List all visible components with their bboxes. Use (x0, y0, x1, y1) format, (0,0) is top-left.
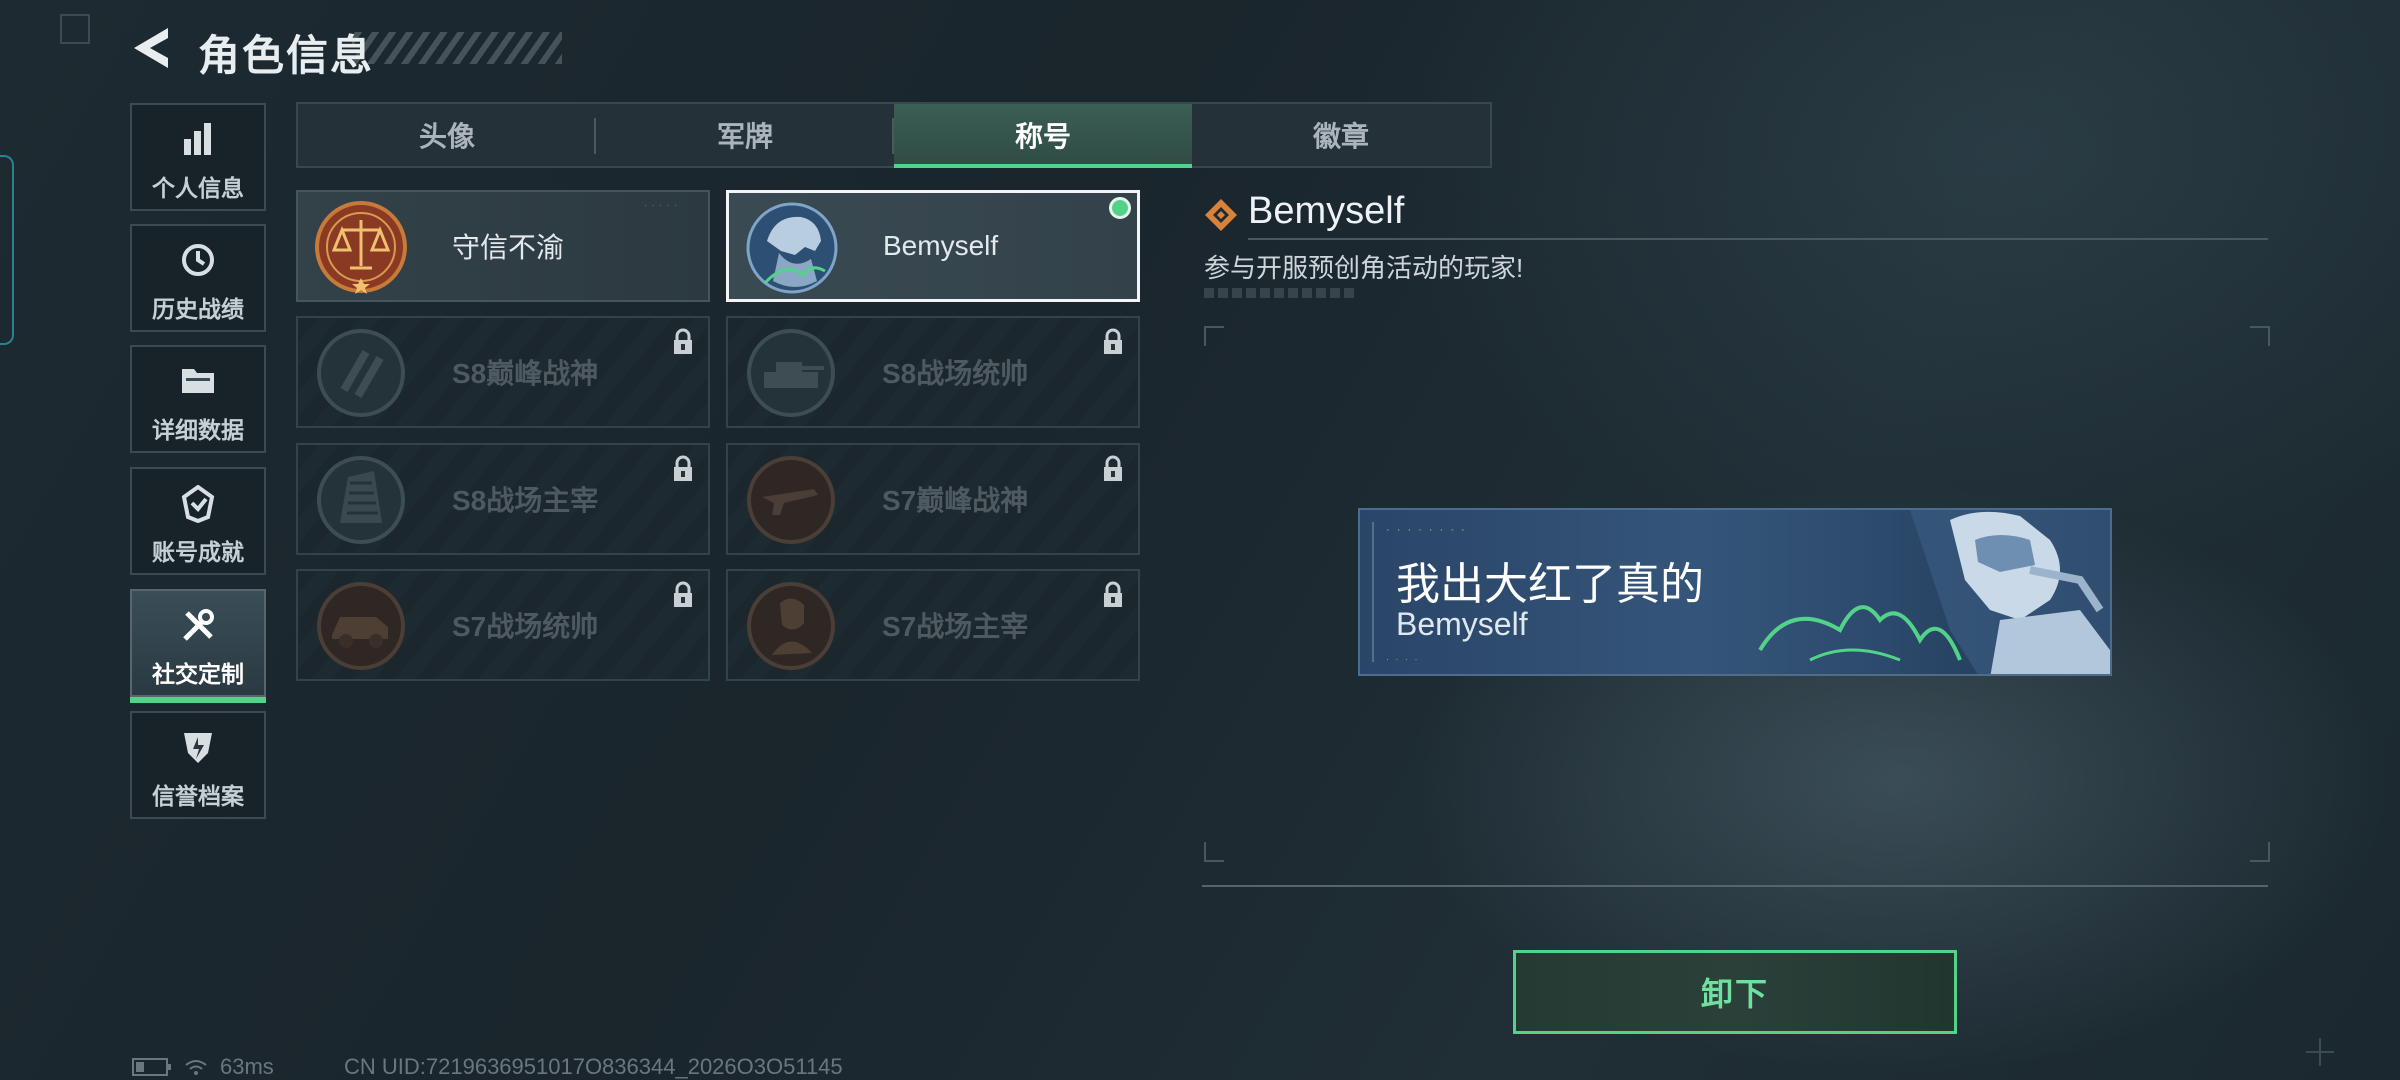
building-medal-icon (317, 456, 405, 544)
detail-meta-decoration (1204, 288, 1354, 298)
frame-corner (1204, 326, 1224, 346)
sidebar-item-label: 账号成就 (152, 539, 244, 565)
detail-divider (1248, 238, 2268, 240)
sidebar-item-details[interactable]: 详细数据 (130, 345, 266, 453)
detail-description: 参与开服预创角活动的玩家! (1204, 253, 1524, 283)
sidebar-item-profile[interactable]: 个人信息 (130, 103, 266, 211)
battery-icon (132, 1058, 171, 1076)
tab-label: 军牌 (716, 121, 773, 152)
page-title: 角色信息 (198, 32, 375, 79)
tab-label: 头像 (418, 121, 475, 152)
sidebar-item-achievements[interactable]: 账号成就 (130, 467, 266, 575)
tank-medal-icon (747, 329, 835, 417)
sidebar-item-label: 社交定制 (152, 661, 244, 687)
title-card[interactable]: 守信不渝 · · · · · (296, 190, 710, 302)
achievement-icon (181, 485, 215, 523)
tab-badge[interactable]: 徽章 (1192, 104, 1490, 166)
banner-subtitle: Bemyself (1396, 606, 1528, 642)
title-card[interactable]: S7战场主宰 (726, 569, 1140, 681)
title-card[interactable]: S7战场统帅 (296, 569, 710, 681)
tab-dogtag[interactable]: 军牌 (596, 104, 894, 166)
lock-icon (674, 328, 692, 354)
tools-icon (183, 609, 214, 641)
vehicle-medal-icon (317, 582, 405, 670)
back-arrow-icon (134, 28, 168, 68)
uid-text: CN UID:7219636951017O836344_2026O3O51145 (344, 1054, 843, 1079)
title-name: S7巅峰战神 (882, 485, 1029, 516)
title-name: 守信不渝 (452, 232, 565, 263)
ping-value: 63ms (220, 1054, 274, 1079)
sidebar-item-history[interactable]: 历史战绩 (130, 224, 266, 332)
bar-chart-icon (184, 123, 211, 155)
lock-icon (674, 455, 692, 481)
corner-box (60, 14, 90, 44)
detail-title-name: Bemyself (1248, 190, 1405, 232)
banner-code: · · · · (1386, 654, 1420, 664)
wifi-icon (185, 1060, 207, 1075)
title-name: S8巅峰战神 (452, 358, 599, 389)
title-card[interactable]: S8巅峰战神 (296, 316, 710, 428)
title-decoration (352, 32, 562, 64)
side-edge-handle[interactable] (0, 155, 14, 345)
tab-title[interactable]: 称号 (894, 104, 1192, 168)
shield-icon (184, 733, 212, 763)
tab-avatar[interactable]: 头像 (298, 104, 596, 166)
title-card[interactable]: Bemyself (726, 190, 1140, 302)
title-name: S8战场统帅 (882, 358, 1029, 389)
lock-icon (1104, 581, 1122, 607)
title-name: Bemyself (883, 230, 999, 261)
status-bar: 63ms (132, 1054, 274, 1080)
soldier-medal-icon (746, 202, 838, 294)
clock-icon (182, 244, 214, 276)
lock-icon (674, 581, 692, 607)
lock-icon (1104, 328, 1122, 354)
sidebar-item-social[interactable]: 社交定制 (130, 589, 266, 703)
soldier-signature-art (1758, 510, 2110, 674)
tab-label: 徽章 (1312, 121, 1369, 152)
title-name: S7战场统帅 (452, 611, 599, 642)
sidebar-item-label: 历史战绩 (152, 296, 244, 322)
equipped-indicator (1109, 197, 1131, 219)
gun-medal-icon (747, 456, 835, 544)
frame-corner (2250, 326, 2270, 346)
folder-icon (182, 369, 214, 393)
lock-icon (1104, 455, 1122, 481)
card-code: · · · · · (644, 200, 678, 210)
frame-corner (2250, 842, 2270, 862)
banner-code: · · · · · · · · (1386, 524, 1467, 536)
banner-title: 我出大红了真的 (1396, 560, 1704, 609)
title-card[interactable]: S8战场主宰 (296, 443, 710, 555)
back-button[interactable] (128, 24, 174, 72)
title-card[interactable]: S8战场统帅 (726, 316, 1140, 428)
sidebar-item-reputation[interactable]: 信誉档案 (130, 711, 266, 819)
unequip-button[interactable]: 卸下 (1513, 950, 1957, 1034)
crosshair-decoration-icon (2306, 1038, 2334, 1066)
sidebar-item-label: 详细数据 (152, 417, 244, 443)
soldier-bust-medal-icon (747, 582, 835, 670)
sidebar-item-label: 信誉档案 (152, 783, 244, 809)
title-name: S7战场主宰 (882, 611, 1029, 642)
tab-bar: 头像 军牌 称号 徽章 (296, 102, 1492, 168)
banner-rule (1372, 522, 1374, 662)
tab-label: 称号 (1014, 121, 1071, 152)
stripes-medal-icon (317, 329, 405, 417)
title-banner-preview: · · · · · · · · 我出大红了真的 Bemyself · · · · (1358, 508, 2112, 676)
title-diamond-icon (1205, 199, 1237, 231)
preview-divider (1202, 885, 2268, 887)
sidebar-item-label: 个人信息 (152, 175, 244, 201)
scales-medal-icon (315, 201, 407, 294)
title-name: S8战场主宰 (452, 485, 599, 516)
title-card[interactable]: S7巅峰战神 (726, 443, 1140, 555)
active-indicator (130, 697, 266, 703)
frame-corner (1204, 842, 1224, 862)
